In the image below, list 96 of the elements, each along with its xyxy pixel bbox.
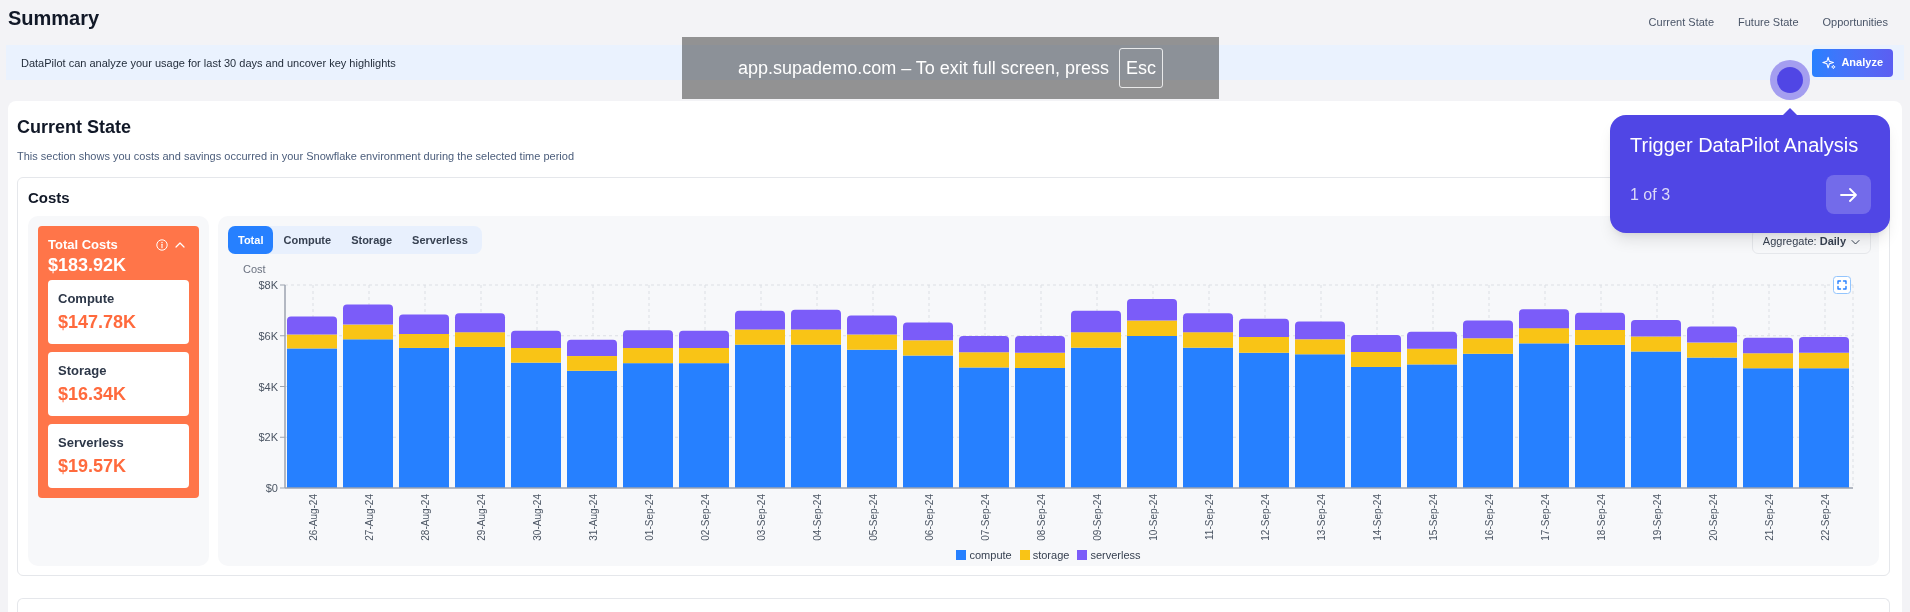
page-title: Summary <box>8 6 100 31</box>
cost-value: $19.57K <box>58 455 127 478</box>
bar-segment <box>1575 312 1625 330</box>
sparkle-icon <box>1822 55 1837 70</box>
axis-category-label: 01-Sep-24 <box>643 494 655 541</box>
nav-link[interactable]: Opportunities <box>1822 15 1888 29</box>
arrow-right-icon <box>1840 187 1857 202</box>
chevron-up-icon[interactable] <box>175 241 185 249</box>
chart-tab[interactable]: Total <box>228 226 274 254</box>
axis-category-label: 26-Aug-24 <box>307 494 319 541</box>
legend-label: compute <box>969 549 1012 561</box>
chart-tab[interactable]: Compute <box>273 226 342 254</box>
axis-category-label: 08-Sep-24 <box>1035 494 1047 541</box>
cost-label: Serverless <box>58 434 124 452</box>
axis-category-label: 22-Sep-24 <box>1819 494 1831 541</box>
bar-segment <box>1687 326 1737 343</box>
bar-segment <box>1407 331 1457 349</box>
chevron-down-icon <box>1851 238 1860 245</box>
axis-category-label: 21-Sep-24 <box>1763 494 1775 541</box>
bar-segment <box>343 304 393 325</box>
axis-category-label: 20-Sep-24 <box>1707 494 1719 541</box>
axis-category-label: 02-Sep-24 <box>699 494 711 541</box>
banner-text: DataPilot can analyze your usage for last 30 days and uncover key highlights <box>21 55 396 70</box>
axis-category-label: 30-Aug-24 <box>531 494 543 541</box>
axis-category-label: 03-Sep-24 <box>755 494 767 541</box>
cost-value: $16.34K <box>58 383 127 406</box>
axis-category-label: 16-Sep-24 <box>1483 494 1495 541</box>
axis-category-label: 14-Sep-24 <box>1371 494 1383 541</box>
axis-category-label: 31-Aug-24 <box>587 494 599 541</box>
axis-tick-label: $8K <box>258 279 278 291</box>
bar-segment <box>1295 321 1345 340</box>
axis-category-label: 28-Aug-24 <box>419 494 431 541</box>
axis-category-label: 13-Sep-24 <box>1315 494 1327 541</box>
bar-segment <box>511 330 561 348</box>
chart-tab[interactable]: Serverless <box>402 226 478 254</box>
axis-tick-label: $6K <box>258 329 278 342</box>
section-description: This section shows you costs and savings occurred in your Snowflake environment during the selected time period <box>17 149 574 163</box>
bar-segment <box>791 309 841 330</box>
axis-tick-label: $0 <box>265 482 278 494</box>
axis-category-label: 06-Sep-24 <box>923 494 935 541</box>
total-costs-label: Total Costs <box>48 236 118 254</box>
bar-segment <box>1631 320 1681 337</box>
nav-link[interactable]: Current State <box>1648 15 1714 29</box>
notice-text: app.supademo.com – To exit full screen, press <box>738 57 1109 79</box>
axis-tick-label: $4K <box>258 380 278 393</box>
axis-category-label: 09-Sep-24 <box>1091 494 1103 541</box>
tooltip-title: Trigger DataPilot Analysis <box>1630 133 1859 157</box>
hotspot-icon[interactable] <box>1770 60 1810 100</box>
axis-category-label: 19-Sep-24 <box>1651 494 1663 541</box>
axis-category-label: 17-Sep-24 <box>1539 494 1551 541</box>
bar-segment <box>1183 313 1233 333</box>
axis-category-label: 10-Sep-24 <box>1147 494 1159 541</box>
bar-segment <box>959 336 1009 353</box>
legend-label: storage <box>1032 549 1070 561</box>
bar-segment <box>847 315 897 335</box>
bar-segment <box>735 310 785 330</box>
cost-label: Storage <box>58 362 107 380</box>
bar-segment <box>1015 336 1065 353</box>
axis-tick-label: $2K <box>258 431 278 444</box>
next-button[interactable] <box>1826 175 1871 214</box>
chart-tab[interactable]: Storage <box>341 226 403 254</box>
axis-category-label: 27-Aug-24 <box>363 494 375 541</box>
axis-category-label: 04-Sep-24 <box>811 494 823 541</box>
card-title: Costs <box>28 188 70 208</box>
axis-category-label: 05-Sep-24 <box>867 494 879 541</box>
bar-segment <box>1519 309 1569 329</box>
bar-segment <box>1743 337 1793 354</box>
axis-category-label: 07-Sep-24 <box>979 494 991 541</box>
fullscreen-icon[interactable] <box>1833 276 1851 294</box>
bar-segment <box>1239 318 1289 337</box>
section-title: Current State <box>17 116 132 139</box>
info-icon[interactable] <box>156 239 168 251</box>
bar-segment <box>1799 337 1849 353</box>
bar-segment <box>287 316 337 335</box>
axis-category-label: 18-Sep-24 <box>1595 494 1607 541</box>
total-costs-value: $183.92K <box>48 254 127 276</box>
step-counter: 1 of 3 <box>1630 184 1671 205</box>
nav-link[interactable]: Future State <box>1738 15 1799 29</box>
bar-segment <box>1351 335 1401 352</box>
bar-segment <box>1463 320 1513 339</box>
cost-value: $147.78K <box>58 311 137 334</box>
axis-category-label: 29-Aug-24 <box>475 494 487 541</box>
bar-segment <box>679 330 729 348</box>
axis-category-label: 12-Sep-24 <box>1259 494 1271 541</box>
axis-title: Cost <box>243 263 266 275</box>
legend-label: serverless <box>1090 549 1141 561</box>
axis-category-label: 11-Sep-24 <box>1203 494 1215 540</box>
bar-segment <box>903 322 953 341</box>
axis-category-label: 15-Sep-24 <box>1427 494 1439 541</box>
analyze-button[interactable]: Analyze <box>1812 48 1893 77</box>
bar-segment <box>399 314 449 334</box>
key-label: Esc <box>1118 48 1163 88</box>
cost-label: Compute <box>58 290 115 308</box>
bar-segment <box>623 330 673 348</box>
bar-segment <box>567 339 617 357</box>
bar-segment <box>455 313 505 333</box>
